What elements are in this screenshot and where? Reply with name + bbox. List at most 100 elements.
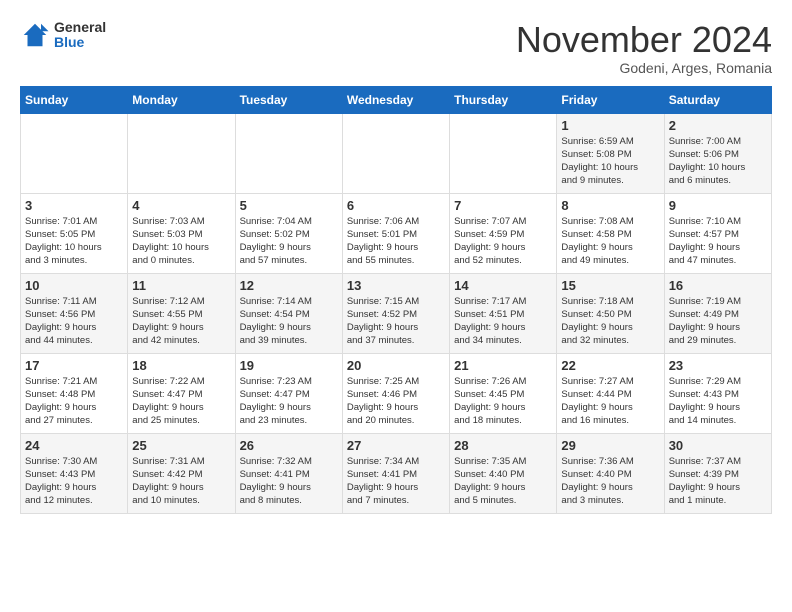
calendar-table: SundayMondayTuesdayWednesdayThursdayFrid…	[20, 86, 772, 514]
day-info: Sunrise: 7:27 AM Sunset: 4:44 PM Dayligh…	[561, 375, 659, 428]
day-number: 30	[669, 438, 767, 453]
month-title: November 2024	[516, 20, 772, 60]
calendar-cell: 7 Sunrise: 7:07 AM Sunset: 4:59 PM Daylig…	[450, 193, 557, 273]
page-header: General Blue November 2024 Godeni, Arges…	[20, 20, 772, 76]
day-number: 13	[347, 278, 445, 293]
day-number: 7	[454, 198, 552, 213]
calendar-cell	[235, 113, 342, 193]
day-info: Sunrise: 7:32 AM Sunset: 4:41 PM Dayligh…	[240, 455, 338, 508]
day-info: Sunrise: 7:04 AM Sunset: 5:02 PM Dayligh…	[240, 215, 338, 268]
day-header-tuesday: Tuesday	[235, 86, 342, 113]
calendar-cell: 11 Sunrise: 7:12 AM Sunset: 4:55 PM Dayli…	[128, 273, 235, 353]
day-number: 2	[669, 118, 767, 133]
day-info: Sunrise: 7:26 AM Sunset: 4:45 PM Dayligh…	[454, 375, 552, 428]
header-row: SundayMondayTuesdayWednesdayThursdayFrid…	[21, 86, 772, 113]
calendar-cell	[128, 113, 235, 193]
calendar-cell: 5 Sunrise: 7:04 AM Sunset: 5:02 PM Daylig…	[235, 193, 342, 273]
calendar-cell: 12 Sunrise: 7:14 AM Sunset: 4:54 PM Dayli…	[235, 273, 342, 353]
calendar-cell: 20 Sunrise: 7:25 AM Sunset: 4:46 PM Dayli…	[342, 353, 449, 433]
calendar-cell: 23 Sunrise: 7:29 AM Sunset: 4:43 PM Dayli…	[664, 353, 771, 433]
calendar-cell: 15Sunrise: 7:18 AM Sunset: 4:50 PM Dayli…	[557, 273, 664, 353]
day-info: Sunrise: 7:15 AM Sunset: 4:52 PM Dayligh…	[347, 295, 445, 348]
day-number: 23	[669, 358, 767, 373]
calendar-cell: 13 Sunrise: 7:15 AM Sunset: 4:52 PM Dayli…	[342, 273, 449, 353]
week-row-3: 10Sunrise: 7:11 AM Sunset: 4:56 PM Dayli…	[21, 273, 772, 353]
day-header-friday: Friday	[557, 86, 664, 113]
day-info: Sunrise: 7:36 AM Sunset: 4:40 PM Dayligh…	[561, 455, 659, 508]
calendar-cell: 30Sunrise: 7:37 AM Sunset: 4:39 PM Dayli…	[664, 433, 771, 513]
day-header-wednesday: Wednesday	[342, 86, 449, 113]
day-number: 18	[132, 358, 230, 373]
calendar-cell: 26 Sunrise: 7:32 AM Sunset: 4:41 PM Dayli…	[235, 433, 342, 513]
day-number: 16	[669, 278, 767, 293]
day-info: Sunrise: 7:23 AM Sunset: 4:47 PM Dayligh…	[240, 375, 338, 428]
day-info: Sunrise: 7:12 AM Sunset: 4:55 PM Dayligh…	[132, 295, 230, 348]
calendar-cell: 2 Sunrise: 7:00 AM Sunset: 5:06 PM Daylig…	[664, 113, 771, 193]
day-number: 20	[347, 358, 445, 373]
logo-text: General Blue	[54, 20, 106, 51]
day-info: Sunrise: 7:07 AM Sunset: 4:59 PM Dayligh…	[454, 215, 552, 268]
day-info: Sunrise: 7:29 AM Sunset: 4:43 PM Dayligh…	[669, 375, 767, 428]
week-row-5: 24 Sunrise: 7:30 AM Sunset: 4:43 PM Dayli…	[21, 433, 772, 513]
day-number: 8	[561, 198, 659, 213]
calendar-cell: 3 Sunrise: 7:01 AM Sunset: 5:05 PM Daylig…	[21, 193, 128, 273]
day-header-saturday: Saturday	[664, 86, 771, 113]
day-info: Sunrise: 7:06 AM Sunset: 5:01 PM Dayligh…	[347, 215, 445, 268]
day-number: 26	[240, 438, 338, 453]
day-number: 17	[25, 358, 123, 373]
calendar-cell: 29 Sunrise: 7:36 AM Sunset: 4:40 PM Dayli…	[557, 433, 664, 513]
calendar-cell	[342, 113, 449, 193]
calendar-header: SundayMondayTuesdayWednesdayThursdayFrid…	[21, 86, 772, 113]
week-row-4: 17 Sunrise: 7:21 AM Sunset: 4:48 PM Dayli…	[21, 353, 772, 433]
day-number: 11	[132, 278, 230, 293]
week-row-1: 1 Sunrise: 6:59 AM Sunset: 5:08 PM Daylig…	[21, 113, 772, 193]
calendar-cell: 18 Sunrise: 7:22 AM Sunset: 4:47 PM Dayli…	[128, 353, 235, 433]
day-number: 22	[561, 358, 659, 373]
calendar-cell: 10Sunrise: 7:11 AM Sunset: 4:56 PM Dayli…	[21, 273, 128, 353]
day-number: 19	[240, 358, 338, 373]
calendar-cell: 4Sunrise: 7:03 AM Sunset: 5:03 PM Daylig…	[128, 193, 235, 273]
day-number: 12	[240, 278, 338, 293]
logo-icon	[20, 20, 50, 50]
day-number: 24	[25, 438, 123, 453]
calendar-cell: 21Sunrise: 7:26 AM Sunset: 4:45 PM Dayli…	[450, 353, 557, 433]
day-info: Sunrise: 7:00 AM Sunset: 5:06 PM Dayligh…	[669, 135, 767, 188]
day-number: 25	[132, 438, 230, 453]
day-info: Sunrise: 7:21 AM Sunset: 4:48 PM Dayligh…	[25, 375, 123, 428]
day-number: 5	[240, 198, 338, 213]
day-info: Sunrise: 7:22 AM Sunset: 4:47 PM Dayligh…	[132, 375, 230, 428]
day-info: Sunrise: 7:01 AM Sunset: 5:05 PM Dayligh…	[25, 215, 123, 268]
calendar-cell: 28 Sunrise: 7:35 AM Sunset: 4:40 PM Dayli…	[450, 433, 557, 513]
calendar-cell	[450, 113, 557, 193]
day-info: Sunrise: 6:59 AM Sunset: 5:08 PM Dayligh…	[561, 135, 659, 188]
logo-blue-text: Blue	[54, 35, 106, 50]
day-number: 28	[454, 438, 552, 453]
day-number: 10	[25, 278, 123, 293]
calendar-cell: 16 Sunrise: 7:19 AM Sunset: 4:49 PM Dayli…	[664, 273, 771, 353]
day-info: Sunrise: 7:19 AM Sunset: 4:49 PM Dayligh…	[669, 295, 767, 348]
day-number: 3	[25, 198, 123, 213]
day-info: Sunrise: 7:08 AM Sunset: 4:58 PM Dayligh…	[561, 215, 659, 268]
day-info: Sunrise: 7:35 AM Sunset: 4:40 PM Dayligh…	[454, 455, 552, 508]
day-info: Sunrise: 7:25 AM Sunset: 4:46 PM Dayligh…	[347, 375, 445, 428]
location-subtitle: Godeni, Arges, Romania	[516, 60, 772, 76]
calendar-cell: 17 Sunrise: 7:21 AM Sunset: 4:48 PM Dayli…	[21, 353, 128, 433]
calendar-cell: 22 Sunrise: 7:27 AM Sunset: 4:44 PM Dayli…	[557, 353, 664, 433]
calendar-body: 1 Sunrise: 6:59 AM Sunset: 5:08 PM Daylig…	[21, 113, 772, 513]
day-number: 27	[347, 438, 445, 453]
day-header-sunday: Sunday	[21, 86, 128, 113]
day-info: Sunrise: 7:31 AM Sunset: 4:42 PM Dayligh…	[132, 455, 230, 508]
day-info: Sunrise: 7:18 AM Sunset: 4:50 PM Dayligh…	[561, 295, 659, 348]
day-info: Sunrise: 7:14 AM Sunset: 4:54 PM Dayligh…	[240, 295, 338, 348]
day-info: Sunrise: 7:17 AM Sunset: 4:51 PM Dayligh…	[454, 295, 552, 348]
calendar-cell: 25 Sunrise: 7:31 AM Sunset: 4:42 PM Dayli…	[128, 433, 235, 513]
day-header-monday: Monday	[128, 86, 235, 113]
calendar-cell	[21, 113, 128, 193]
day-info: Sunrise: 7:30 AM Sunset: 4:43 PM Dayligh…	[25, 455, 123, 508]
day-number: 29	[561, 438, 659, 453]
logo-general-text: General	[54, 20, 106, 35]
calendar-cell: 8 Sunrise: 7:08 AM Sunset: 4:58 PM Daylig…	[557, 193, 664, 273]
day-number: 4	[132, 198, 230, 213]
calendar-cell: 6Sunrise: 7:06 AM Sunset: 5:01 PM Daylig…	[342, 193, 449, 273]
day-number: 1	[561, 118, 659, 133]
